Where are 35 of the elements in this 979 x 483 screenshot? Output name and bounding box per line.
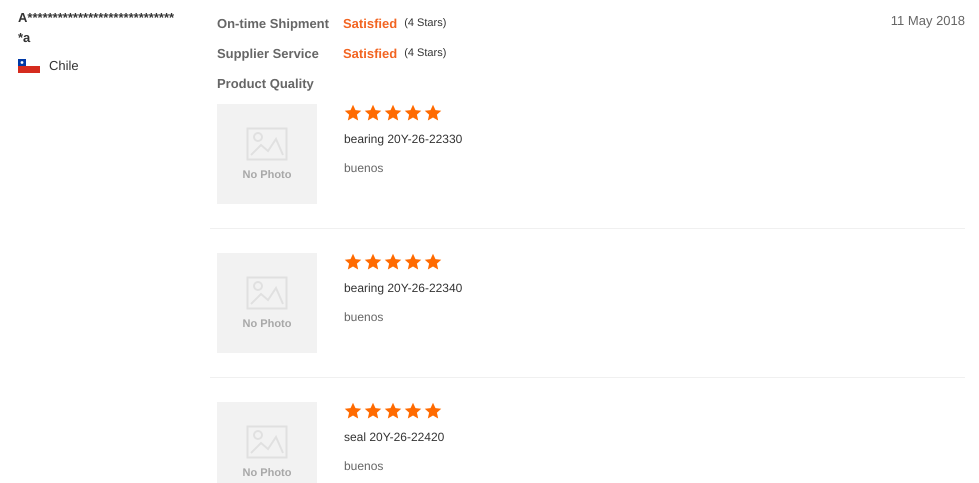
star-count: (4 Stars) [404, 47, 446, 59]
country-name: Chile [49, 58, 79, 73]
star-icon [344, 402, 362, 420]
rating-label: Product Quality [217, 76, 315, 90]
star-icon [404, 104, 422, 122]
rating-label: On-time Shipment [217, 16, 330, 30]
star-icon [404, 253, 422, 271]
review-date: 11 May 2018 [890, 13, 965, 28]
star-icon [344, 104, 362, 122]
star-icon [364, 402, 382, 420]
star-icon [424, 104, 442, 122]
review-comment: buenos [344, 310, 384, 324]
star-icon [424, 253, 442, 271]
rating-verdict: Satisfied [343, 46, 398, 60]
no-photo-text: No Photo [242, 467, 292, 479]
star-icon [384, 402, 402, 420]
flag-icon [18, 58, 40, 72]
product-name: bearing 20Y-26-22340 [344, 281, 462, 295]
rating-verdict: Satisfied [343, 16, 398, 30]
star-icon [404, 402, 422, 420]
product-name: seal 20Y-26-22420 [344, 430, 444, 444]
review-comment: buenos [344, 161, 384, 175]
star-icon [344, 253, 362, 271]
star-icon [424, 402, 442, 420]
no-photo-text: No Photo [242, 169, 292, 181]
star-icon [364, 104, 382, 122]
no-photo-text: No Photo [242, 318, 292, 330]
star-icon [384, 253, 402, 271]
star-icon [364, 253, 382, 271]
review-comment: buenos [344, 459, 384, 473]
product-name: bearing 20Y-26-22330 [344, 132, 462, 146]
star-icon [384, 104, 402, 122]
star-count: (4 Stars) [404, 17, 446, 29]
reviewer-name: A******************************a [18, 9, 176, 47]
rating-label: Supplier Service [217, 46, 320, 60]
